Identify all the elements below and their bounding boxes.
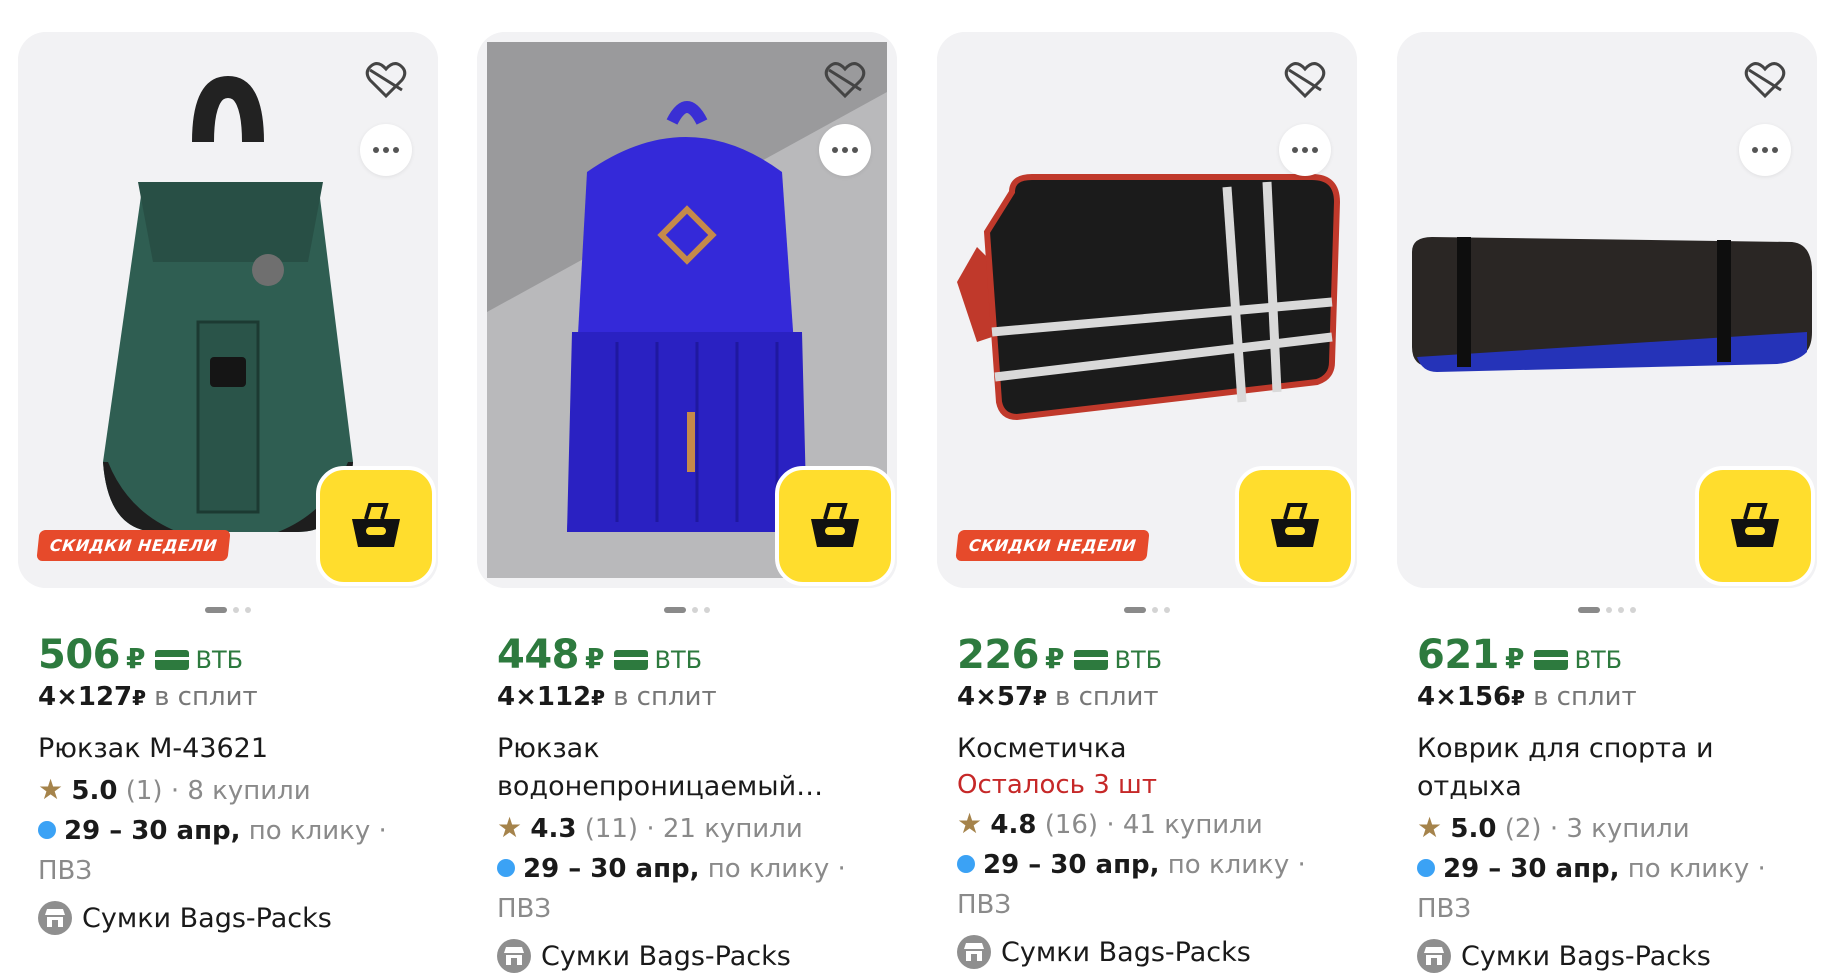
price: 506 <box>38 632 121 678</box>
product-image-area[interactable] <box>477 32 897 588</box>
shop-icon <box>497 939 531 973</box>
payment-label: ВТБ <box>1574 646 1623 674</box>
delivery-dot-icon <box>38 820 56 839</box>
add-to-cart-button[interactable] <box>775 466 895 586</box>
rating-row: ★ 4.8 (16) · 41 купили <box>957 807 1263 840</box>
bank-card-icon <box>1534 650 1569 670</box>
more-options-button[interactable] <box>360 124 412 176</box>
price: 226 <box>957 632 1040 678</box>
more-options-button[interactable] <box>1279 124 1331 176</box>
more-options-button[interactable] <box>1739 124 1791 176</box>
product-title[interactable]: Косметичка <box>957 730 1357 768</box>
price-currency: ₽ <box>126 642 146 675</box>
delivery-dot-icon <box>497 858 515 877</box>
image-pagination <box>477 606 897 614</box>
shop-link[interactable]: Сумки Bags-Packs <box>1417 939 1817 973</box>
shop-link[interactable]: Сумки Bags-Packs <box>38 901 438 935</box>
split-payment: 4×127₽ в сплит <box>38 682 258 712</box>
heart-crossed-icon <box>1284 62 1326 99</box>
delivery-dot-icon <box>957 854 975 873</box>
favorite-button[interactable] <box>1277 52 1333 108</box>
product-card[interactable]: 621 ₽ ВТБ 4×156₽ в сплит Коврик для спорт… <box>1397 32 1817 973</box>
product-title[interactable]: Рюкзак М-43621 <box>38 730 438 768</box>
image-pagination <box>18 606 438 614</box>
product-image-area[interactable] <box>1397 32 1817 588</box>
add-to-cart-button[interactable] <box>1695 466 1815 586</box>
more-dots-icon <box>832 147 838 153</box>
product-image-area[interactable]: СКИДКИ НЕДЕЛИ <box>937 32 1357 588</box>
favorite-button[interactable] <box>358 52 414 108</box>
price-currency: ₽ <box>1045 642 1065 675</box>
bank-card-icon <box>614 650 649 670</box>
shop-icon <box>957 935 991 969</box>
basket-icon <box>352 503 400 547</box>
more-dots-icon <box>1292 147 1298 153</box>
star-icon: ★ <box>1417 811 1443 844</box>
delivery-dot-icon <box>1417 858 1435 877</box>
rating-row: ★ 5.0 (2) · 3 купили <box>1417 811 1690 844</box>
star-icon: ★ <box>957 807 983 840</box>
add-to-cart-button[interactable] <box>1235 466 1355 586</box>
heart-crossed-icon <box>1744 62 1786 99</box>
favorite-button[interactable] <box>1737 52 1793 108</box>
basket-icon <box>811 503 859 547</box>
favorite-button[interactable] <box>817 52 873 108</box>
product-card[interactable]: 448 ₽ ВТБ 4×112₽ в сплит Рюкзак водонепро… <box>477 32 897 973</box>
basket-icon <box>1731 503 1779 547</box>
shop-link[interactable]: Сумки Bags-Packs <box>497 939 897 973</box>
split-payment: 4×57₽ в сплит <box>957 682 1159 712</box>
heart-crossed-icon <box>365 62 407 99</box>
price-currency: ₽ <box>585 642 605 675</box>
bank-card-icon <box>155 650 190 670</box>
image-pagination <box>1397 606 1817 614</box>
product-card[interactable]: СКИДКИ НЕДЕЛИ 506 ₽ ВТБ 4×127₽ в сплит Рю… <box>18 32 438 935</box>
stock-warning: Осталось 3 шт <box>957 770 1157 800</box>
shop-icon <box>1417 939 1451 973</box>
more-dots-icon <box>373 147 379 153</box>
payment-label: ВТБ <box>1114 646 1163 674</box>
shop-icon <box>38 901 72 935</box>
image-pagination <box>937 606 1357 614</box>
product-grid: СКИДКИ НЕДЕЛИ 506 ₽ ВТБ 4×127₽ в сплит Рю… <box>0 0 1840 973</box>
product-image-area[interactable]: СКИДКИ НЕДЕЛИ <box>18 32 438 588</box>
more-options-button[interactable] <box>819 124 871 176</box>
discount-badge: СКИДКИ НЕДЕЛИ <box>955 530 1150 561</box>
star-icon: ★ <box>38 773 64 806</box>
rating-row: ★ 5.0 (1) · 8 купили <box>38 773 311 806</box>
product-card[interactable]: СКИДКИ НЕДЕЛИ 226 ₽ ВТБ 4×57₽ в сплит Кос… <box>937 32 1357 969</box>
price-currency: ₽ <box>1505 642 1525 675</box>
payment-label: ВТБ <box>195 646 244 674</box>
product-title[interactable]: Коврик для спорта и отдыха <box>1417 730 1817 806</box>
heart-crossed-icon <box>824 62 866 99</box>
delivery-row: 29 – 30 апр, по клику · ПВЗ <box>1417 854 1766 924</box>
add-to-cart-button[interactable] <box>316 466 436 586</box>
delivery-row: 29 – 30 апр, по клику · ПВЗ <box>497 854 846 924</box>
delivery-row: 29 – 30 апр, по клику · ПВЗ <box>957 850 1306 920</box>
payment-label: ВТБ <box>654 646 703 674</box>
product-title[interactable]: Рюкзак водонепроницаемый… <box>497 730 897 806</box>
split-payment: 4×112₽ в сплит <box>497 682 717 712</box>
rating-row: ★ 4.3 (11) · 21 купили <box>497 811 803 844</box>
bank-card-icon <box>1074 650 1109 670</box>
more-dots-icon <box>1752 147 1758 153</box>
discount-badge: СКИДКИ НЕДЕЛИ <box>36 530 231 561</box>
shop-link[interactable]: Сумки Bags-Packs <box>957 935 1357 969</box>
split-payment: 4×156₽ в сплит <box>1417 682 1637 712</box>
star-icon: ★ <box>497 811 523 844</box>
basket-icon <box>1271 503 1319 547</box>
price: 621 <box>1417 632 1500 678</box>
price: 448 <box>497 632 580 678</box>
delivery-row: 29 – 30 апр, по клику · ПВЗ <box>38 816 387 886</box>
